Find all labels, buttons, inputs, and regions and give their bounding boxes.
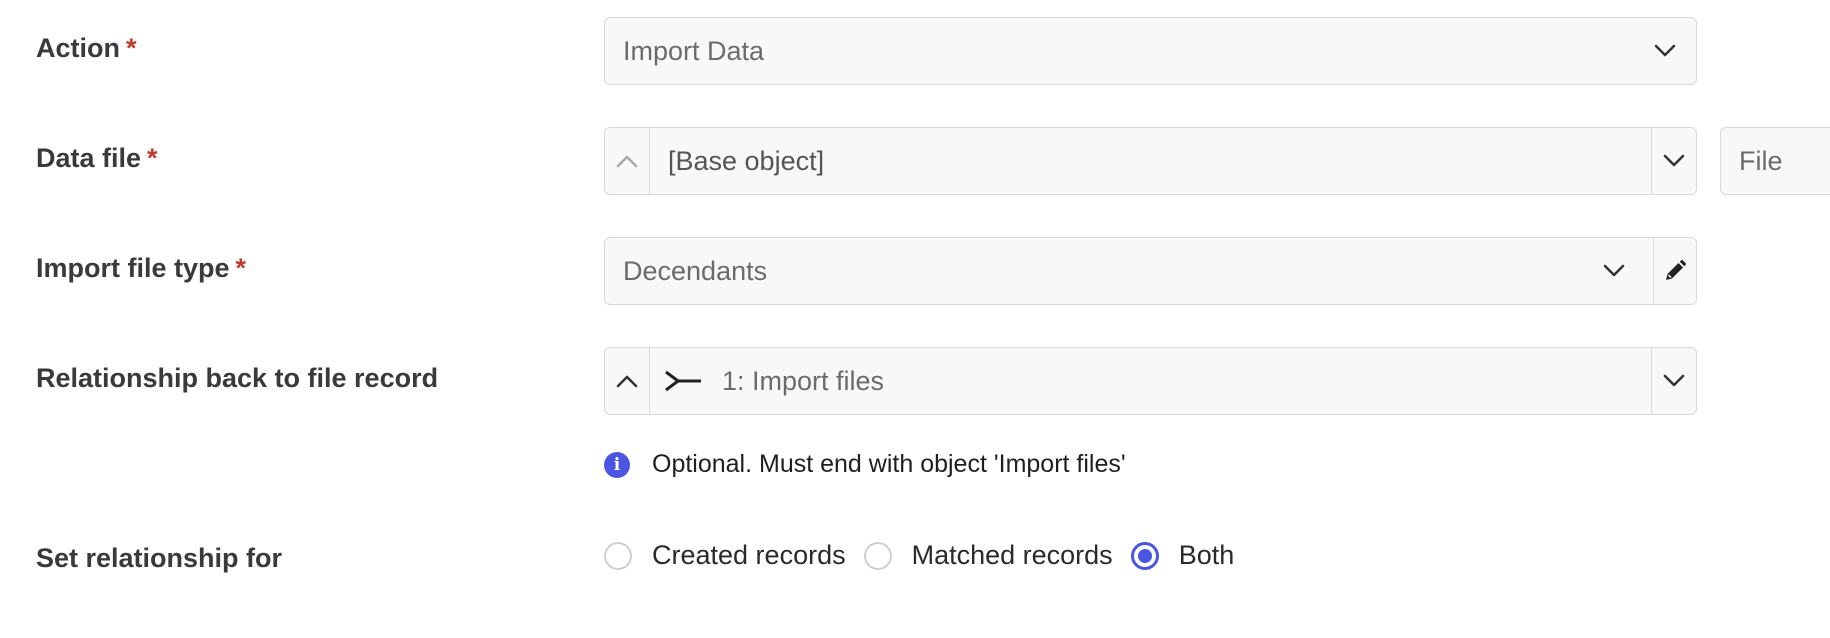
data-file-label-text: Data file [36, 143, 142, 173]
radio-label: Matched records [911, 540, 1113, 570]
radio-button[interactable] [863, 541, 892, 570]
relationship-label: Relationship back to file record [36, 363, 439, 393]
data-file-field-placeholder: File [1739, 145, 1783, 176]
chevron-up-icon [616, 374, 638, 388]
set-relationship-for-radio-group: Created records Matched records Both [604, 540, 1252, 571]
radio-label: Both [1178, 540, 1235, 570]
import-file-type-select[interactable]: Decendants [604, 237, 1697, 305]
required-marker: * [147, 143, 158, 173]
relationship-arrow-icon [664, 370, 702, 392]
edit-button[interactable] [1653, 238, 1696, 304]
action-select-value: Import Data [623, 35, 765, 66]
data-file-label: Data file * [36, 143, 158, 174]
radio-both[interactable]: Both [1130, 540, 1235, 571]
radio-created-records[interactable]: Created records [604, 540, 846, 571]
radio-label: Created records [652, 540, 846, 570]
path-dropdown-button[interactable] [1651, 128, 1696, 194]
chevron-down-icon [1603, 264, 1625, 278]
chevron-up-icon [616, 154, 638, 168]
data-file-field-select[interactable]: File [1720, 127, 1830, 195]
data-file-value: [Base object] [668, 145, 825, 176]
info-icon: i [604, 451, 630, 478]
action-label: Action * [36, 33, 137, 64]
path-collapse-button[interactable] [605, 128, 650, 194]
path-collapse-button[interactable] [605, 348, 650, 414]
radio-button-selected[interactable] [1130, 541, 1159, 570]
required-marker: * [235, 253, 247, 283]
path-dropdown-button[interactable] [1651, 348, 1696, 414]
required-marker: * [126, 33, 137, 63]
set-relationship-for-label: Set relationship for [36, 543, 283, 573]
action-label-text: Action [36, 33, 120, 63]
relationship-path-select[interactable]: 1: Import files [604, 347, 1697, 415]
chevron-down-icon [1663, 154, 1685, 168]
import-file-type-value: Decendants [623, 255, 768, 286]
relationship-hint-text: Optional. Must end with object 'Import f… [652, 450, 1126, 478]
import-file-type-label-text: Import file type [36, 253, 230, 283]
radio-button[interactable] [604, 541, 632, 570]
action-select[interactable]: Import Data [604, 17, 1697, 85]
pencil-icon [1663, 259, 1687, 283]
relationship-hint: i Optional. Must end with object 'Import… [604, 450, 1126, 479]
chevron-down-icon [1663, 374, 1685, 388]
data-file-path-select[interactable]: [Base object] [604, 127, 1697, 195]
radio-matched-records[interactable]: Matched records [863, 540, 1113, 571]
relationship-value: 1: Import files [722, 365, 885, 396]
chevron-down-icon [1654, 44, 1676, 58]
import-file-type-label: Import file type * [36, 253, 246, 284]
